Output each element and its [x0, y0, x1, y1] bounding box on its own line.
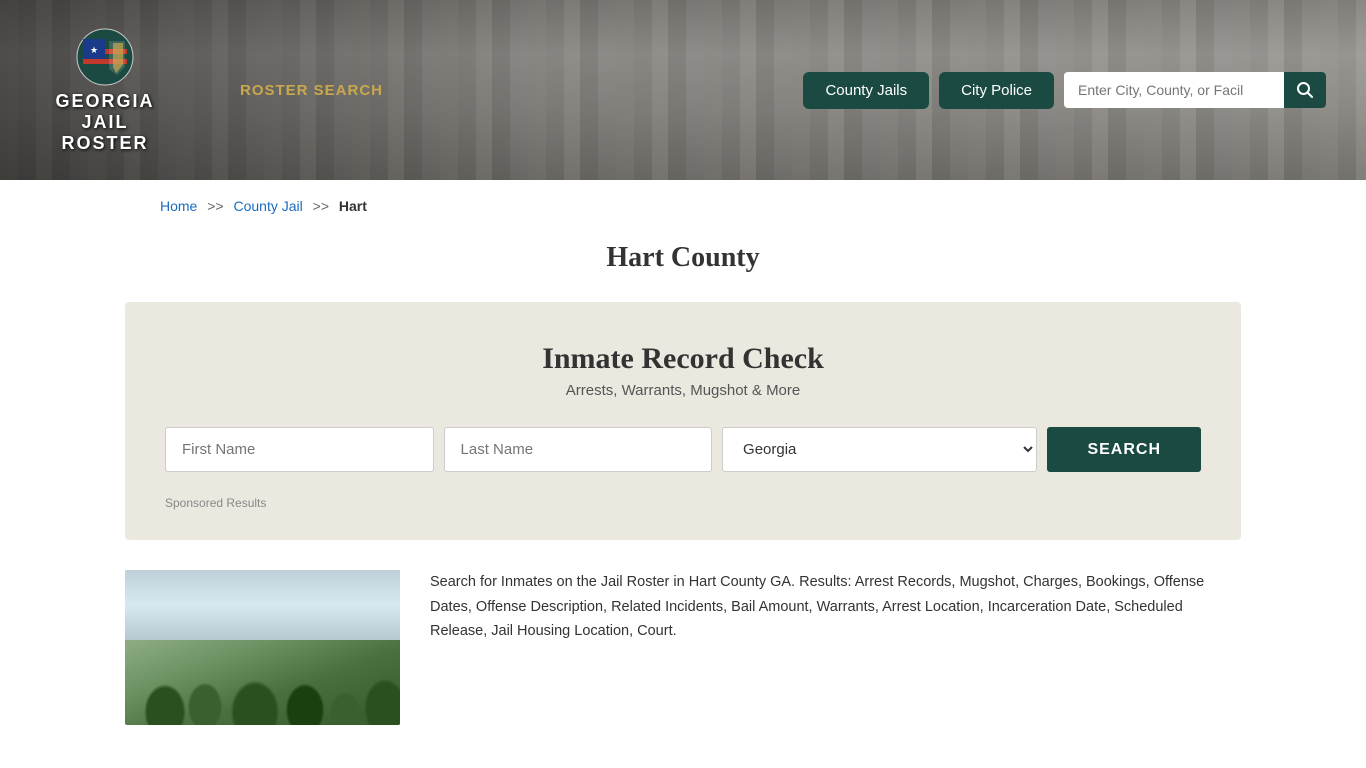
page-title: Hart County — [0, 242, 1366, 274]
breadcrumb-sep1: >> — [207, 198, 223, 214]
logo-roster: ROSTER — [61, 133, 148, 154]
logo-jail: JAIL — [81, 112, 128, 133]
last-name-input[interactable] — [444, 427, 713, 472]
header-nav-right: County Jails City Police — [803, 72, 1326, 109]
georgia-seal-icon: ★ — [75, 27, 135, 87]
breadcrumb-current: Hart — [339, 198, 367, 214]
site-header: ★ GEORGIA JAIL ROSTER ROSTER SEARCH Coun… — [0, 0, 1366, 180]
sponsored-results-label: Sponsored Results — [165, 496, 1201, 510]
county-description: Search for Inmates on the Jail Roster in… — [430, 570, 1241, 644]
inmate-search-button[interactable]: SEARCH — [1047, 427, 1201, 472]
site-logo: ★ GEORGIA JAIL ROSTER — [40, 27, 170, 154]
logo-georgia: GEORGIA — [55, 91, 154, 112]
breadcrumb: Home >> County Jail >> Hart — [0, 180, 1366, 232]
header-search-bar — [1064, 72, 1326, 108]
header-search-input[interactable] — [1064, 73, 1284, 107]
county-image — [125, 570, 400, 725]
svg-text:★: ★ — [90, 45, 98, 55]
page-title-section: Hart County — [0, 232, 1366, 302]
breadcrumb-sep2: >> — [313, 198, 329, 214]
search-icon — [1296, 81, 1314, 99]
bottom-section: Search for Inmates on the Jail Roster in… — [0, 540, 1366, 755]
header-search-button[interactable] — [1284, 72, 1326, 108]
breadcrumb-home[interactable]: Home — [160, 198, 197, 214]
county-jails-button[interactable]: County Jails — [803, 72, 929, 109]
state-select[interactable]: AlabamaAlaskaArizonaArkansasCaliforniaCo… — [722, 427, 1037, 472]
city-police-button[interactable]: City Police — [939, 72, 1054, 109]
roster-search-link[interactable]: ROSTER SEARCH — [240, 82, 383, 99]
inmate-search-form: AlabamaAlaskaArizonaArkansasCaliforniaCo… — [165, 427, 1201, 472]
inmate-record-section: Inmate Record Check Arrests, Warrants, M… — [125, 302, 1241, 540]
inmate-record-title: Inmate Record Check — [165, 342, 1201, 376]
first-name-input[interactable] — [165, 427, 434, 472]
breadcrumb-county-jail[interactable]: County Jail — [234, 198, 303, 214]
inmate-record-subtitle: Arrests, Warrants, Mugshot & More — [165, 382, 1201, 399]
